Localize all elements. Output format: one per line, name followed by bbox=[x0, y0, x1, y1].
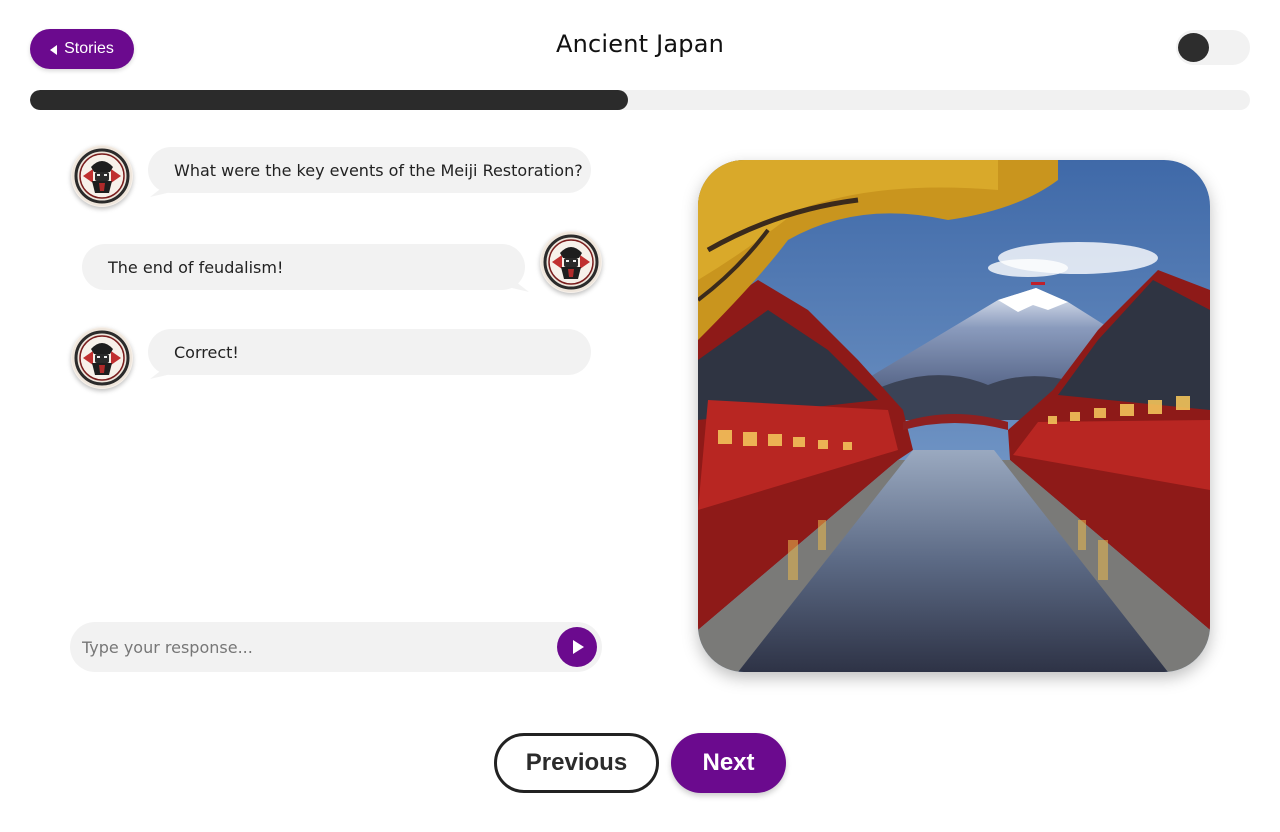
progress-fill bbox=[30, 90, 628, 110]
user-avatar bbox=[540, 231, 602, 293]
message-bubble-bot: What were the key events of the Meiji Re… bbox=[148, 147, 591, 193]
message-bubble-bot: Correct! bbox=[148, 329, 591, 375]
send-button[interactable] bbox=[557, 627, 597, 667]
theme-toggle[interactable] bbox=[1176, 30, 1250, 65]
message-text: Correct! bbox=[174, 342, 239, 362]
story-progress-bar bbox=[30, 90, 1250, 110]
response-input-container bbox=[70, 622, 602, 672]
page-title: Ancient Japan bbox=[555, 30, 725, 58]
message-text: What were the key events of the Meiji Re… bbox=[174, 160, 583, 180]
bot-avatar bbox=[71, 327, 133, 389]
response-input[interactable] bbox=[82, 622, 552, 672]
samurai-avatar-icon bbox=[72, 146, 132, 206]
next-button[interactable]: Next bbox=[671, 733, 786, 793]
message-bubble-user: The end of feudalism! bbox=[82, 244, 525, 290]
toggle-knob bbox=[1178, 33, 1209, 62]
play-send-icon bbox=[573, 640, 584, 654]
samurai-avatar-icon bbox=[541, 232, 601, 292]
samurai-avatar-icon bbox=[72, 328, 132, 388]
japanese-canal-image bbox=[698, 160, 1210, 672]
scene-illustration bbox=[698, 160, 1210, 672]
bot-avatar bbox=[71, 145, 133, 207]
previous-button[interactable]: Previous bbox=[494, 733, 659, 793]
message-text: The end of feudalism! bbox=[108, 257, 284, 277]
